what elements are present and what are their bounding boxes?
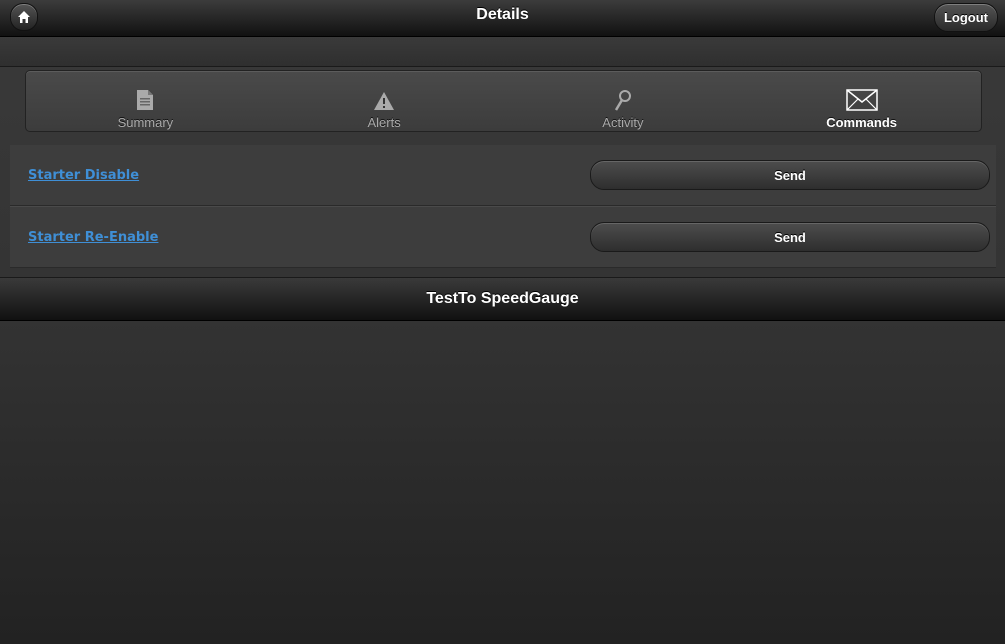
- list-item: Starter Disable Send: [10, 145, 996, 206]
- page-title: Details: [476, 6, 529, 23]
- tab-navbar: Summary Alerts Activity Commands: [25, 70, 982, 132]
- tab-activity[interactable]: Activity: [504, 71, 743, 131]
- sub-header-bar: [0, 37, 1005, 67]
- list-item: Starter Re-Enable Send: [10, 206, 996, 268]
- commands-list: Starter Disable Send Starter Re-Enable S…: [10, 145, 996, 268]
- send-button-starter-disable[interactable]: Send: [590, 160, 990, 190]
- tab-commands[interactable]: Commands: [742, 71, 981, 131]
- magnifier-icon: [614, 90, 631, 111]
- envelope-icon: [845, 89, 878, 111]
- command-label-starter-disable[interactable]: Starter Disable: [28, 168, 139, 183]
- document-icon: [137, 90, 154, 110]
- footer-bar: TestTo SpeedGauge: [0, 277, 1005, 321]
- command-label-starter-reenable[interactable]: Starter Re-Enable: [28, 230, 158, 245]
- tab-alerts-label: Alerts: [367, 115, 401, 130]
- tab-summary[interactable]: Summary: [26, 71, 265, 131]
- warning-icon: [374, 92, 395, 110]
- tab-summary-label: Summary: [117, 115, 174, 130]
- tab-activity-label: Activity: [602, 115, 644, 130]
- tab-commands-label: Commands: [826, 115, 898, 130]
- send-button-starter-reenable[interactable]: Send: [590, 222, 990, 252]
- footer-text: TestTo SpeedGauge: [426, 290, 579, 307]
- tab-alerts[interactable]: Alerts: [265, 71, 504, 131]
- logout-button[interactable]: Logout: [934, 3, 998, 32]
- header-bar: Details Logout: [0, 0, 1005, 37]
